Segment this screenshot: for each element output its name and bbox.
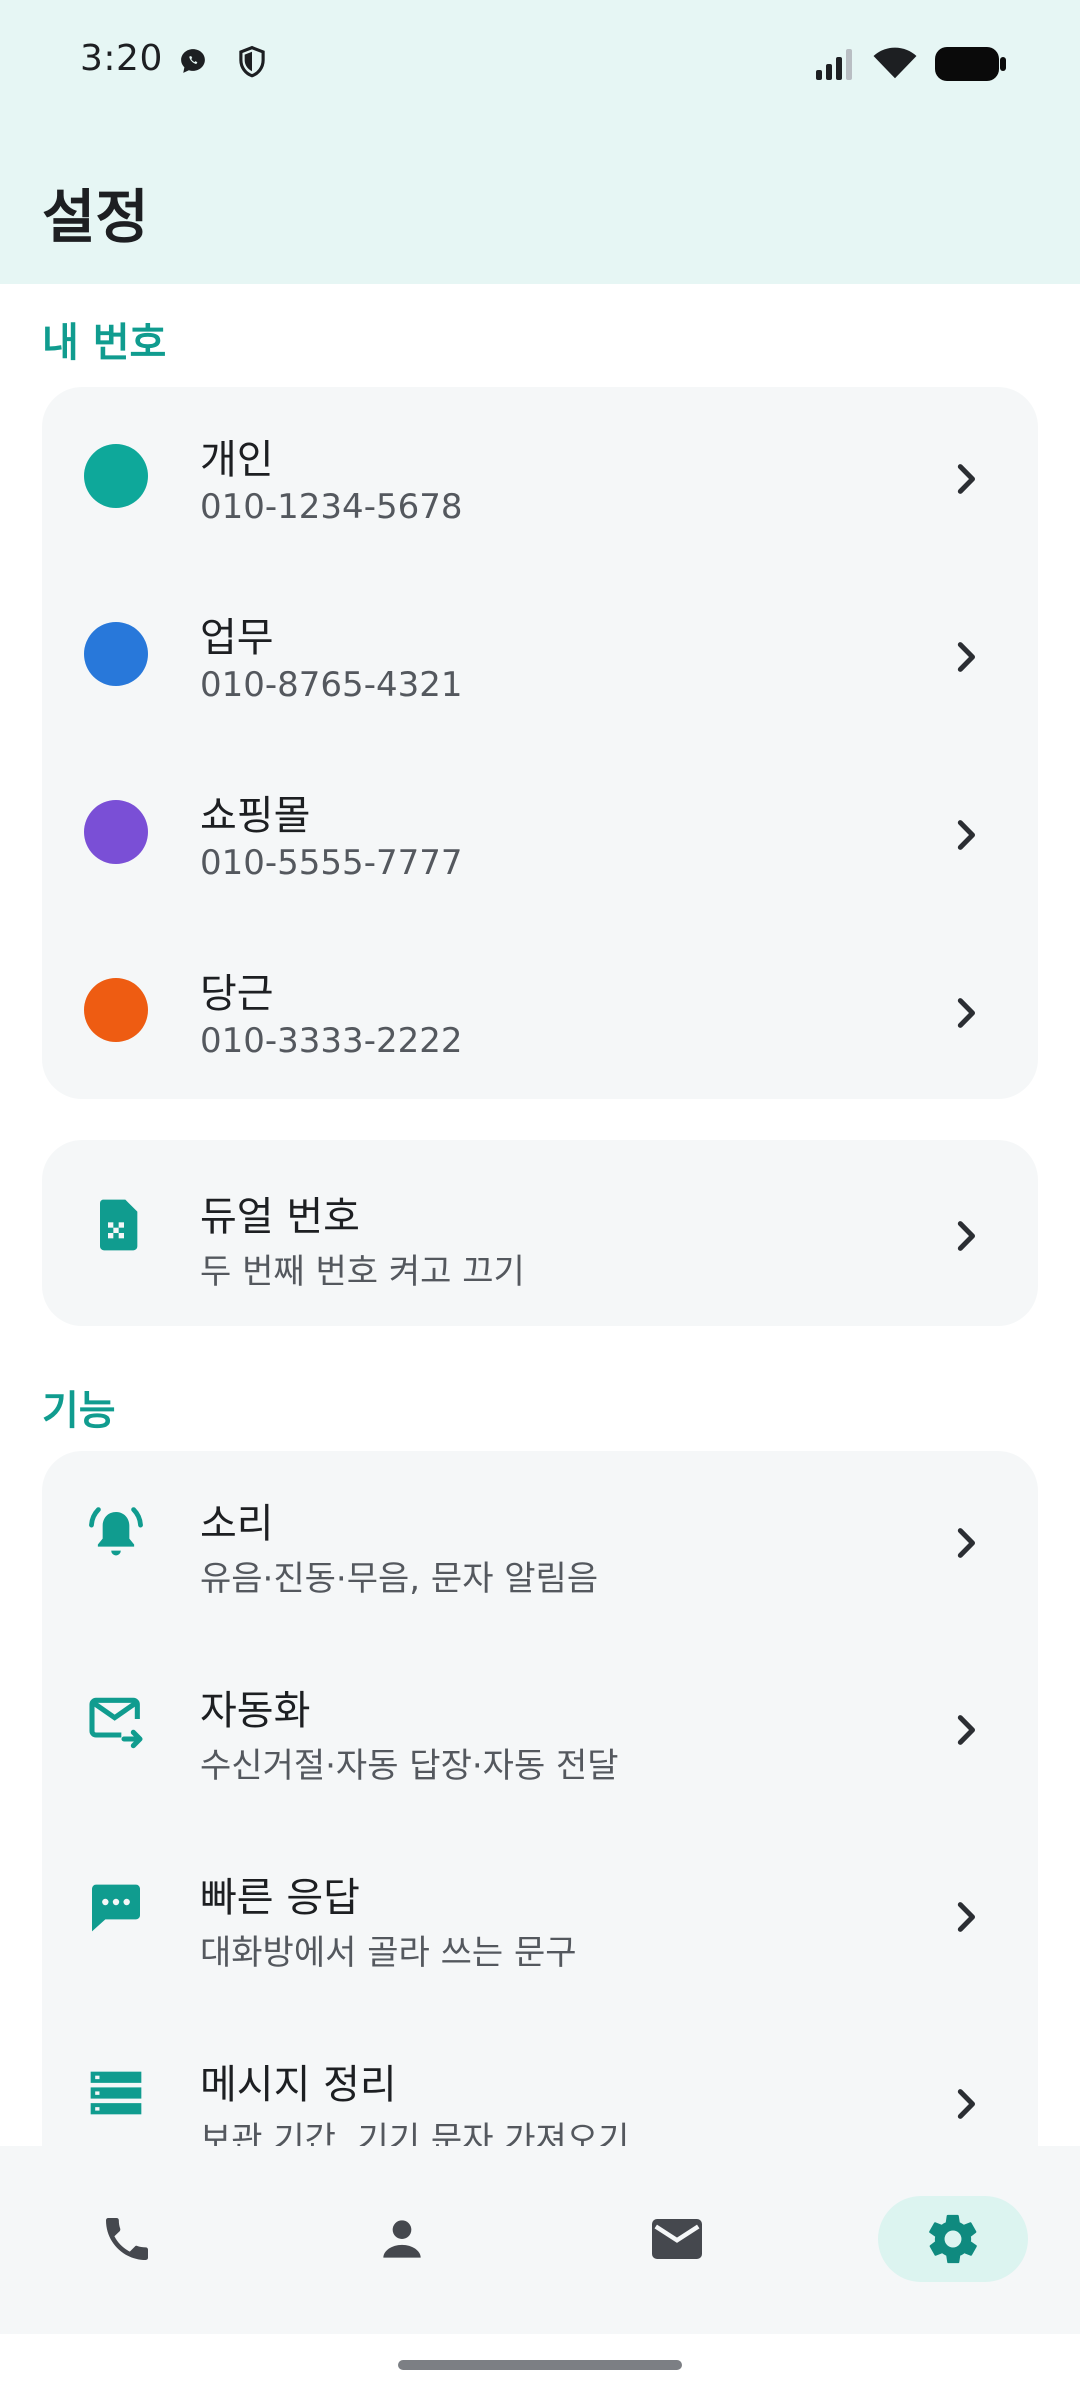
feature-subtitle: 유음·진동·무음, 문자 알림음 [200, 1559, 599, 1599]
chevron-right-icon [957, 820, 975, 850]
section-label-my-numbers: 내 번호 [42, 320, 167, 366]
dual-number-row[interactable]: 듀얼 번호 두 번째 번호 켜고 끄기 [42, 1144, 1038, 1322]
feature-row-sound[interactable]: 소리 유음·진동·무음, 문자 알림음 [42, 1451, 1038, 1629]
dual-number-title: 듀얼 번호 [200, 1194, 360, 1240]
chevron-right-icon [957, 998, 975, 1028]
page-title: 설정 [42, 183, 149, 251]
number-name: 쇼핑몰 [200, 793, 311, 839]
feature-title: 자동화 [200, 1688, 311, 1734]
nav-tab-settings[interactable] [878, 2196, 1028, 2282]
bottom-navigation [0, 2146, 1080, 2334]
number-name: 당근 [200, 971, 274, 1017]
status-time: 3:20 [80, 38, 163, 79]
number-name: 업무 [200, 615, 274, 661]
chevron-right-icon [957, 1221, 975, 1251]
dual-number-subtitle: 두 번째 번호 켜고 끄기 [200, 1252, 525, 1292]
section-label-features: 기능 [42, 1388, 116, 1434]
wifi-icon [873, 47, 917, 79]
number-phone: 010-3333-2222 [200, 1021, 463, 1061]
color-dot [84, 444, 148, 508]
number-phone: 010-8765-4321 [200, 665, 463, 705]
status-bar: 3:20 [0, 0, 1080, 128]
signal-icon [816, 49, 852, 80]
battery-icon [935, 47, 1006, 81]
chat-dots-icon [92, 1884, 140, 1932]
gear-icon [929, 2214, 977, 2264]
nav-tab-phone[interactable] [52, 2196, 202, 2282]
feature-subtitle: 수신거절·자동 답장·자동 전달 [200, 1746, 619, 1786]
feature-title: 소리 [200, 1501, 274, 1547]
mail-icon [652, 2219, 702, 2259]
sim-card-icon [99, 1199, 138, 1251]
number-row-work[interactable]: 업무 010-8765-4321 [42, 565, 1038, 743]
color-dot [84, 800, 148, 864]
chevron-right-icon [957, 1902, 975, 1932]
storage-list-icon [90, 2071, 142, 2115]
nav-tab-messages[interactable] [602, 2196, 752, 2282]
chevron-right-icon [957, 464, 975, 494]
bell-ring-icon [89, 1507, 143, 1556]
phone-icon [106, 2218, 148, 2260]
person-icon [383, 2220, 421, 2258]
feature-title: 빠른 응답 [200, 1875, 360, 1921]
color-dot [84, 978, 148, 1042]
chat-notification-icon [181, 49, 205, 73]
top-app-bar: 3:20 설정 [0, 0, 1080, 284]
feature-row-quick-reply[interactable]: 빠른 응답 대화방에서 골라 쓰는 문구 [42, 1825, 1038, 2003]
features-card: 소리 유음·진동·무음, 문자 알림음 자동화 수신거절·자동 답장·자동 전달… [42, 1451, 1038, 2211]
feature-title: 메시지 정리 [200, 2062, 397, 2108]
my-numbers-card: 개인 010-1234-5678 업무 010-8765-4321 쇼핑몰 01… [42, 387, 1038, 1099]
chevron-right-icon [957, 1715, 975, 1745]
dual-number-card: 듀얼 번호 두 번째 번호 켜고 끄기 [42, 1140, 1038, 1326]
number-name: 개인 [200, 437, 274, 483]
nav-tab-contacts[interactable] [327, 2196, 477, 2282]
home-indicator[interactable] [398, 2360, 682, 2370]
chevron-right-icon [957, 642, 975, 672]
chevron-right-icon [957, 2089, 975, 2119]
number-phone: 010-5555-7777 [200, 843, 463, 883]
color-dot [84, 622, 148, 686]
number-row-carrot[interactable]: 당근 010-3333-2222 [42, 921, 1038, 1099]
number-phone: 010-1234-5678 [200, 487, 463, 527]
feature-row-automation[interactable]: 자동화 수신거절·자동 답장·자동 전달 [42, 1638, 1038, 1816]
shield-icon [239, 45, 265, 78]
number-row-personal[interactable]: 개인 010-1234-5678 [42, 387, 1038, 565]
number-row-shopping[interactable]: 쇼핑몰 010-5555-7777 [42, 743, 1038, 921]
mail-forward-icon [89, 1697, 143, 1749]
feature-subtitle: 대화방에서 골라 쓰는 문구 [200, 1933, 577, 1973]
chevron-right-icon [957, 1528, 975, 1558]
